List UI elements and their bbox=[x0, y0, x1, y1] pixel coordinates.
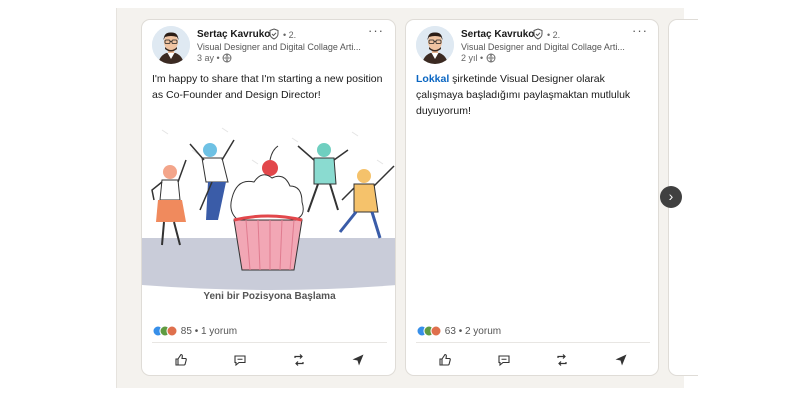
feed-carousel: Sertaç Kavruko • 2. Visual Designer and … bbox=[0, 0, 800, 400]
reaction-icons bbox=[152, 325, 178, 337]
post-card[interactable]: Sertaç Kavruko • 2. Visual Designer and … bbox=[405, 19, 659, 376]
comment-icon bbox=[234, 355, 246, 367]
action-bar bbox=[152, 350, 387, 370]
comment-icon bbox=[498, 355, 510, 367]
send-button[interactable] bbox=[611, 350, 631, 370]
comment-button[interactable] bbox=[230, 350, 250, 370]
divider bbox=[152, 342, 387, 343]
globe-icon bbox=[486, 53, 496, 63]
more-options-icon[interactable]: ··· bbox=[368, 23, 384, 38]
repost-button[interactable] bbox=[552, 350, 572, 370]
divider bbox=[416, 342, 650, 343]
post-text: I'm happy to share that I'm starting a n… bbox=[152, 73, 383, 101]
post-time: 2 yıl • bbox=[461, 53, 484, 63]
post-card[interactable]: Sertaç Kavruko • 2. Visual Designer and … bbox=[141, 19, 396, 376]
like-icon bbox=[439, 353, 452, 366]
globe-icon bbox=[222, 53, 232, 63]
post-text-body: şirketinde Visual Designer olarak çalışm… bbox=[416, 73, 631, 117]
send-icon bbox=[615, 354, 627, 366]
reaction-count[interactable]: 85 bbox=[181, 326, 192, 337]
more-options-icon[interactable]: ··· bbox=[632, 23, 648, 38]
company-mention-link[interactable]: Lokkal bbox=[416, 73, 449, 85]
like-icon bbox=[175, 353, 188, 366]
celebration-illustration bbox=[142, 120, 395, 292]
like-button[interactable] bbox=[171, 350, 191, 370]
image-caption: Yeni bir Pozisyona Başlama bbox=[203, 291, 336, 302]
send-button[interactable] bbox=[348, 350, 368, 370]
comment-count[interactable]: • 1 yorum bbox=[195, 326, 237, 337]
post-time: 3 ay • bbox=[197, 53, 220, 63]
connection-degree: • 2. bbox=[283, 30, 297, 40]
reaction-count[interactable]: 63 bbox=[445, 326, 456, 337]
reaction-summary[interactable]: 63 • 2 yorum bbox=[416, 325, 501, 337]
post-meta: 3 ay • bbox=[197, 53, 232, 63]
post-text: Lokkal şirketinde Visual Designer olarak… bbox=[416, 71, 652, 119]
send-icon bbox=[352, 354, 364, 366]
post-meta: 2 yıl • bbox=[461, 53, 496, 63]
verified-icon bbox=[533, 28, 543, 40]
reaction-summary[interactable]: 85 • 1 yorum bbox=[152, 325, 237, 337]
repost-button[interactable] bbox=[289, 350, 309, 370]
verified-icon bbox=[269, 28, 279, 40]
author-headline: Visual Designer and Digital Collage Arti… bbox=[197, 42, 361, 52]
connection-degree: • 2. bbox=[547, 30, 561, 40]
action-bar bbox=[416, 350, 650, 370]
reaction-icons bbox=[416, 325, 442, 337]
avatar[interactable] bbox=[416, 26, 454, 64]
avatar[interactable] bbox=[152, 26, 190, 64]
carousel-next-button[interactable]: › bbox=[660, 186, 682, 208]
comment-button[interactable] bbox=[494, 350, 514, 370]
repost-icon bbox=[294, 354, 304, 366]
author-headline: Visual Designer and Digital Collage Arti… bbox=[461, 42, 625, 52]
author-name[interactable]: Sertaç Kavruko bbox=[197, 29, 270, 40]
comment-count[interactable]: • 2 yorum bbox=[459, 326, 501, 337]
repost-icon bbox=[557, 354, 567, 366]
author-name[interactable]: Sertaç Kavruko bbox=[461, 29, 534, 40]
like-button[interactable] bbox=[435, 350, 455, 370]
